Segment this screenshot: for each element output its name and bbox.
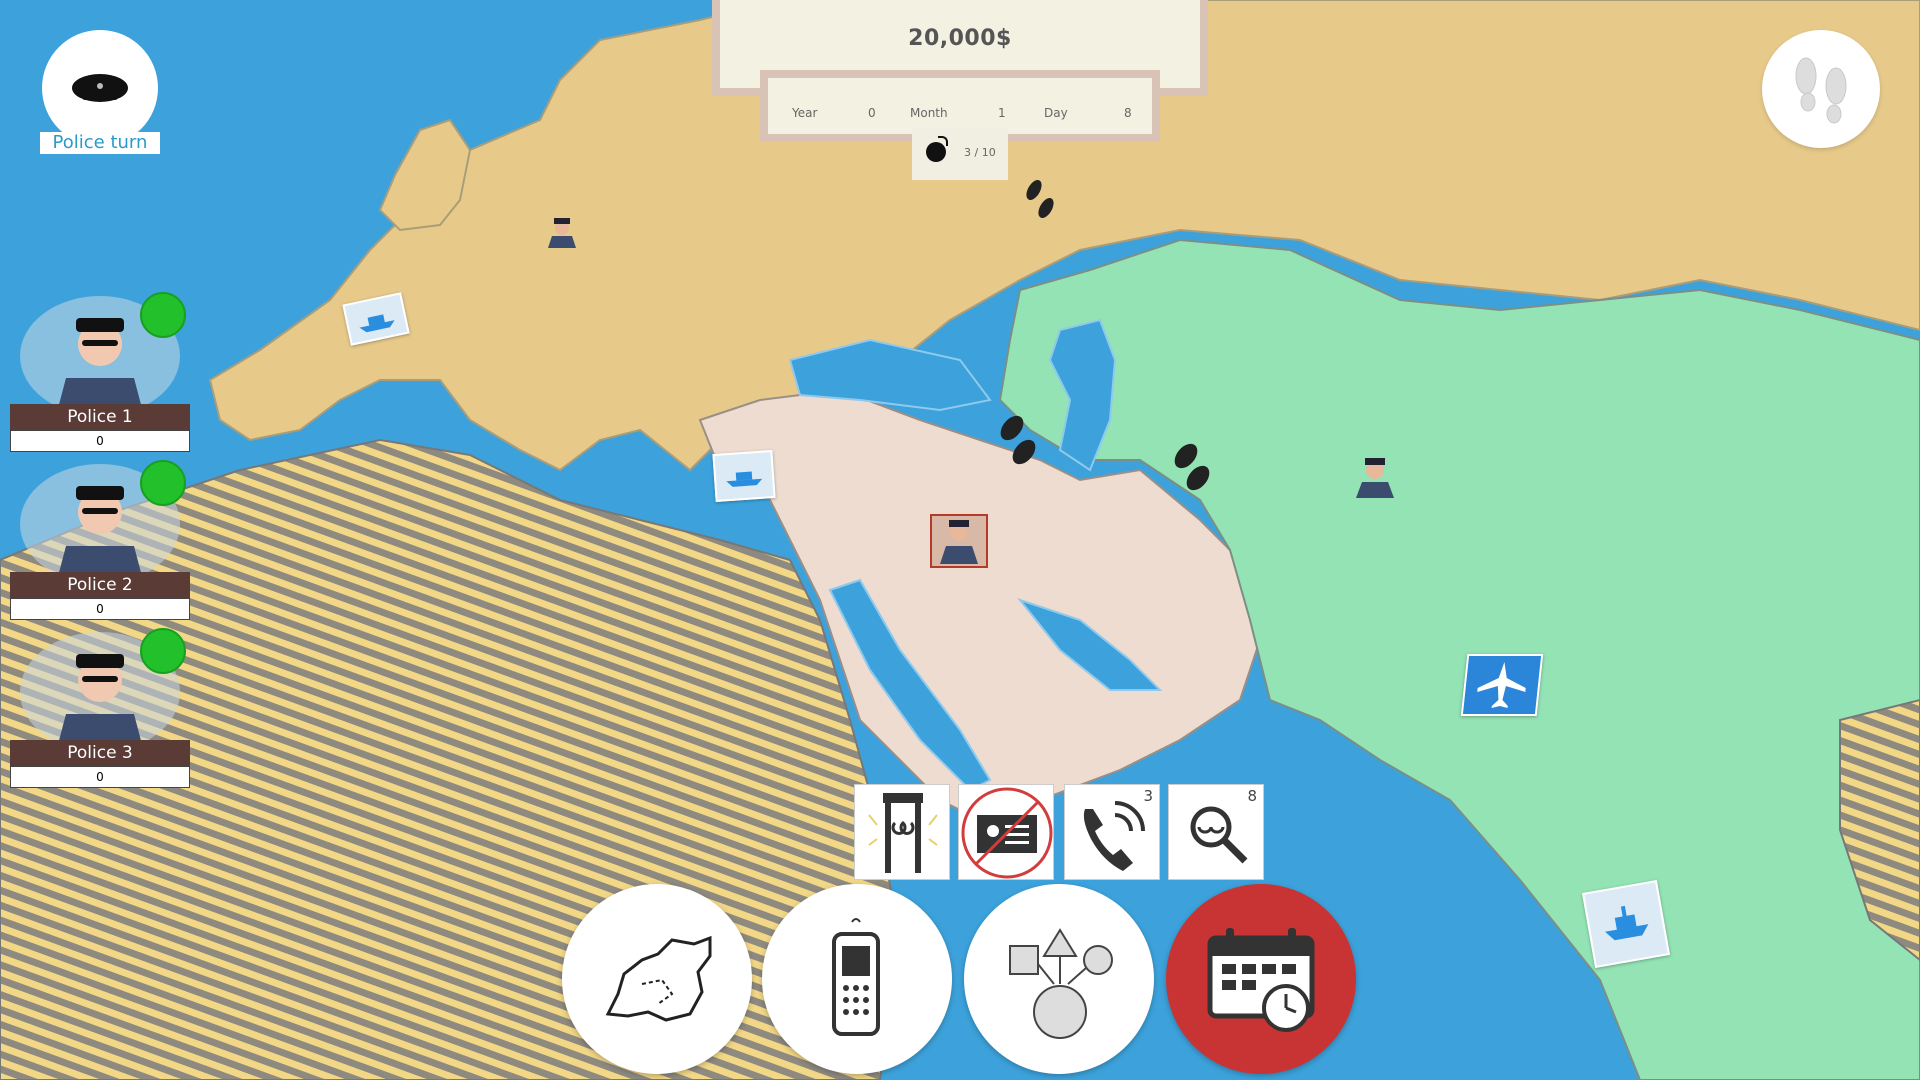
metal-detector-icon (868, 793, 938, 873)
cell-phone-button[interactable] (762, 884, 952, 1074)
day-label: Day (1044, 106, 1068, 120)
police-card-1[interactable]: Police 1 0 (10, 292, 190, 456)
month-value: 1 (998, 106, 1006, 120)
year-label: Year (792, 106, 818, 120)
turn-indicator (42, 30, 158, 146)
bomb-count: 3 / 10 (964, 146, 996, 159)
turn-label: Police turn (40, 132, 160, 154)
year-value: 0 (868, 106, 876, 120)
police-score: 0 (10, 430, 190, 452)
footsteps-icon (1795, 57, 1847, 124)
phone-tap-card[interactable]: 3 (1064, 784, 1160, 880)
status-indicator (140, 292, 186, 338)
ferry-icon[interactable] (712, 449, 776, 503)
month-label: Month (910, 106, 948, 120)
metal-detector-card[interactable] (854, 784, 950, 880)
search-mask-card[interactable]: 8 (1168, 784, 1264, 880)
status-indicator (140, 628, 186, 674)
calendar-clock-icon (1207, 928, 1315, 1032)
cell-phone-icon (832, 918, 880, 1036)
police-hat-icon (72, 74, 128, 102)
bomb-counter: 3 / 10 (912, 128, 1008, 180)
police-name: Police 3 (10, 740, 190, 766)
shapes-icon (1009, 928, 1113, 1039)
shapes-button[interactable] (964, 884, 1154, 1074)
card-count: 8 (1247, 787, 1257, 805)
status-indicator (140, 460, 186, 506)
ferry-icon[interactable] (1581, 879, 1671, 969)
police-name: Police 2 (10, 572, 190, 598)
calendar-clock-button[interactable] (1166, 884, 1356, 1074)
map-region-button[interactable] (562, 884, 752, 1074)
airport-icon[interactable] (1460, 654, 1544, 716)
no-id-card-icon (961, 787, 1053, 879)
police-score: 0 (10, 598, 190, 620)
police-name: Police 1 (10, 404, 190, 430)
footsteps-button[interactable] (1762, 30, 1880, 148)
no-id-card[interactable] (958, 784, 1054, 880)
police-pawn[interactable] (1348, 454, 1402, 500)
police-pawn[interactable] (540, 214, 584, 250)
bomb-icon (926, 142, 946, 162)
police-pawn-selected[interactable] (930, 514, 988, 568)
day-value: 8 (1124, 106, 1132, 120)
map-region-icon (605, 935, 712, 1022)
police-card-2[interactable]: Police 2 0 (10, 460, 190, 624)
card-count: 3 (1143, 787, 1153, 805)
police-score: 0 (10, 766, 190, 788)
police-card-3[interactable]: Police 3 0 (10, 628, 190, 792)
money-value: 20,000$ (908, 26, 1012, 51)
